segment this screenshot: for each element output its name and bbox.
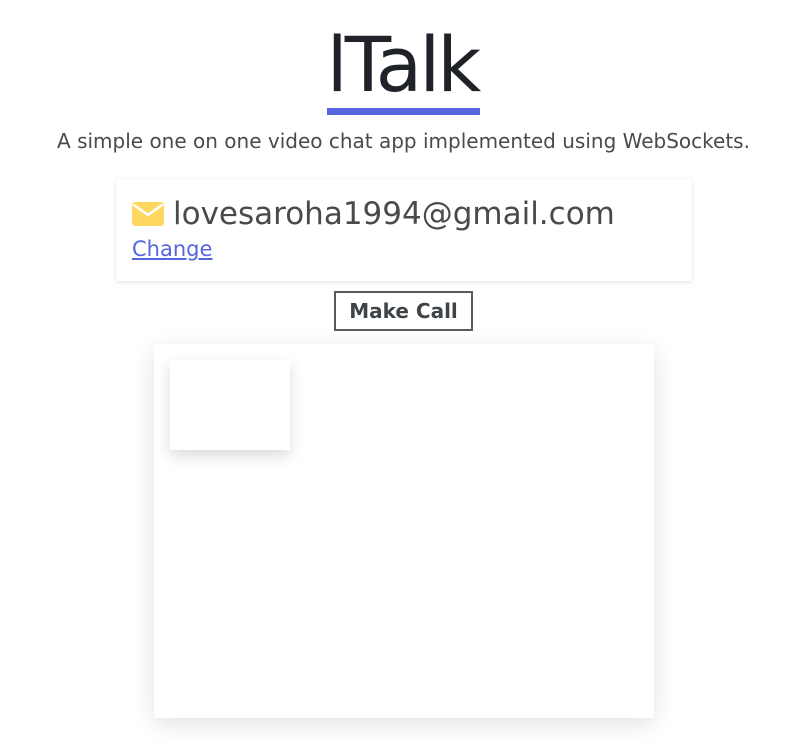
page: lTalk A simple one on one video chat app… <box>0 0 807 747</box>
mail-icon <box>132 202 164 226</box>
make-call-button[interactable]: Make Call <box>334 291 473 331</box>
app-title: lTalk <box>326 22 481 115</box>
remote-video <box>154 344 654 718</box>
app-subtitle: A simple one on one video chat app imple… <box>57 129 750 153</box>
change-email-link[interactable]: Change <box>132 236 212 262</box>
app-title-wrapper: lTalk <box>0 22 807 115</box>
email-row: lovesaroha1994@gmail.com <box>132 196 676 232</box>
user-email: lovesaroha1994@gmail.com <box>173 196 615 232</box>
local-video <box>170 360 290 450</box>
user-email-card: lovesaroha1994@gmail.com Change <box>116 179 692 281</box>
